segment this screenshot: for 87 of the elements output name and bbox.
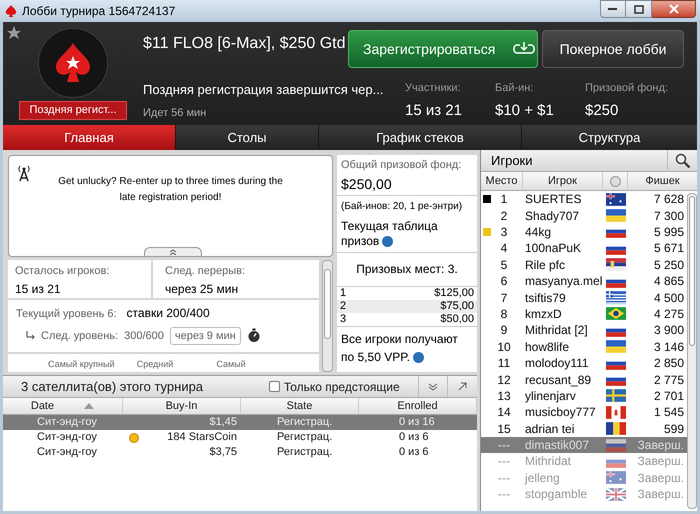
stat-value: 15 из 21	[405, 100, 463, 120]
player-row[interactable]: 1 SUERTES 7 628	[481, 191, 687, 208]
stat-value: $10 + $1	[495, 100, 555, 120]
prize-places: Призовых мест: 3.	[356, 261, 458, 278]
flag-icon	[606, 340, 626, 354]
scrollbar[interactable]	[687, 193, 697, 509]
column-header: Самый	[215, 358, 247, 370]
tab[interactable]: Главная	[3, 125, 175, 150]
register-button[interactable]: Зарегистрироваться	[348, 30, 538, 68]
elapsed-time: Идет 56 мин	[143, 106, 208, 120]
column-header[interactable]: Enrolled	[397, 398, 438, 414]
popout-icon	[458, 382, 468, 391]
next-break-label: След. перерыв:	[165, 264, 246, 279]
announcement-text: Get unlucky? Re-enter up to three times during the late registration period!	[57, 175, 284, 205]
scrollbar[interactable]	[322, 260, 333, 372]
current-level-label: Текущий уровень 6:	[16, 307, 117, 322]
payout-place: 2	[340, 300, 346, 312]
column-header[interactable]: State	[286, 398, 312, 414]
column-header: Средний	[136, 358, 174, 370]
stat-label: Участники:	[405, 81, 462, 96]
payout-place: 3	[340, 312, 346, 326]
tab[interactable]: График стеков	[319, 125, 521, 150]
flag-icon	[606, 438, 626, 452]
prize-pool-amount: $250,00	[341, 174, 393, 194]
flag-icon	[606, 422, 626, 436]
flag-icon	[606, 406, 626, 419]
antenna-icon	[17, 164, 31, 182]
stat-label: Призовой фонд:	[585, 81, 669, 96]
tab[interactable]: Столы	[176, 125, 318, 150]
level-timer: через 9 мин	[170, 326, 241, 345]
stat-value: $250	[585, 100, 620, 120]
column-header[interactable]: Date	[30, 398, 54, 414]
players-left-value: 15 из 21	[15, 280, 62, 298]
flag-icon	[606, 488, 626, 501]
sort-icon	[84, 403, 94, 409]
flag-icon	[606, 192, 626, 206]
column-header[interactable]: Фишек	[645, 172, 680, 190]
maximize-icon	[634, 4, 644, 14]
collapse-tab[interactable]	[144, 247, 202, 257]
prize-table-title: Текущая таблица призов	[341, 218, 439, 248]
column-header[interactable]: Место	[486, 172, 518, 190]
close-button[interactable]	[652, 0, 696, 18]
flag-icon	[606, 258, 626, 272]
star-icon[interactable]	[7, 26, 21, 40]
stopwatch-icon	[246, 328, 261, 344]
flag-icon	[606, 389, 626, 402]
late-registration-notice: Поздняя регистрация завершится чер...	[143, 81, 384, 99]
checkbox[interactable]	[268, 381, 280, 392]
arrow-icon	[26, 331, 35, 340]
column-header[interactable]: Игрок	[548, 172, 577, 190]
next-break-value: через 25 мин	[165, 280, 240, 298]
column-header[interactable]: Buy-In	[166, 398, 198, 414]
status-badge: Поздняя регист...	[19, 101, 127, 120]
window-title: Лобби турнира 1564724137	[22, 3, 176, 20]
flag-icon	[606, 307, 626, 320]
current-level-value: ставки 200/400	[126, 305, 210, 322]
search-icon	[674, 152, 690, 168]
chevrons-down-icon	[428, 382, 438, 390]
payout-amount: $50,00	[440, 312, 474, 326]
flag-icon	[606, 471, 626, 484]
entries-note: (Бай-инов: 20, 1 ре-энтри)	[340, 200, 464, 214]
close-icon	[668, 4, 678, 14]
stat-label: Бай-ин:	[495, 81, 534, 96]
minimize-button[interactable]	[600, 0, 626, 18]
coin-icon	[129, 432, 139, 442]
flag-icon	[606, 209, 626, 222]
minimize-icon	[608, 7, 618, 11]
prize-pool-label: Общий призовой фонд:	[341, 158, 462, 173]
flag-icon	[606, 291, 626, 304]
payout-amount: $125,00	[434, 286, 474, 300]
maximize-button[interactable]	[626, 0, 652, 18]
payout-amount: $75,00	[440, 300, 474, 312]
download-icon	[513, 41, 536, 57]
satellites-title: 3 сателлита(ов) этого турнира	[20, 378, 204, 396]
payout-place: 1	[340, 286, 346, 300]
tab[interactable]: Структура	[522, 125, 697, 150]
next-level-value: 300/600	[124, 328, 164, 344]
vpp-note: Все игроки получают по 5,50 VPP.	[341, 332, 458, 364]
satellite-row[interactable]: Сит-энд-гоу $1,45 Регистрац. 0 из 16	[3, 415, 477, 430]
players-left-label: Осталось игроков:	[15, 264, 110, 279]
poker-lobby-button[interactable]: Покерное лобби	[542, 30, 684, 68]
tournament-title: $11 FLO8 [6-Max], $250 Gtd	[143, 34, 343, 54]
chevrons-up-icon	[169, 249, 177, 255]
players-title: Игроки	[490, 152, 534, 170]
upcoming-only-checkbox[interactable]: Только предстоящие	[268, 378, 418, 396]
next-level-label: След. уровень:	[41, 328, 118, 344]
spade-icon	[4, 4, 18, 18]
